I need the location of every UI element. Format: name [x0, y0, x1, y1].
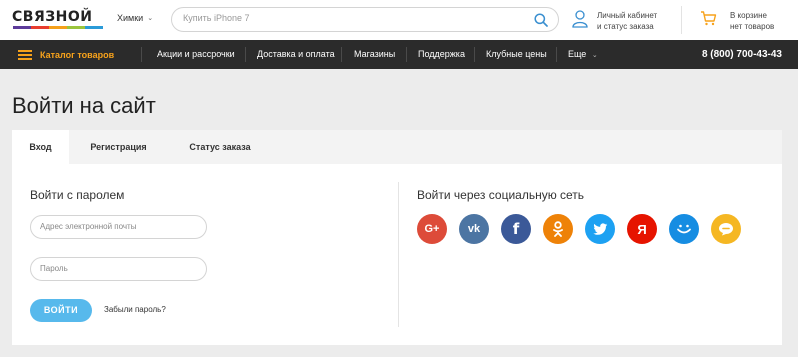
- twitter-icon[interactable]: [585, 214, 615, 244]
- cart-line1: В корзине: [730, 11, 767, 20]
- page-title: Войти на сайт: [12, 93, 156, 118]
- email-input[interactable]: [40, 222, 198, 231]
- tab-order-status[interactable]: Статус заказа: [175, 130, 265, 164]
- forgot-password-link[interactable]: Забыли пароль?: [104, 305, 166, 314]
- password-field[interactable]: [30, 257, 207, 281]
- header-divider: [681, 6, 682, 34]
- auth-tabs: Вход Регистрация Статус заказа: [12, 130, 782, 164]
- menu-icon: [18, 49, 32, 60]
- chat-icon[interactable]: [711, 214, 741, 244]
- google-plus-icon[interactable]: G+: [417, 214, 447, 244]
- nav-separator: [474, 47, 475, 62]
- nav-separator: [406, 47, 407, 62]
- nav-item-delivery[interactable]: Доставка и оплата: [257, 40, 335, 69]
- account-line2: и статус заказа: [597, 22, 654, 31]
- cart-text: В корзине нет товаров: [730, 10, 798, 32]
- phone-number[interactable]: 8 (800) 700-43-43: [702, 40, 782, 69]
- logo-stripes: [13, 26, 103, 29]
- facebook-icon[interactable]: f: [501, 214, 531, 244]
- login-section-title: Войти с паролем: [30, 188, 125, 202]
- mailru-icon[interactable]: [669, 214, 699, 244]
- tab-registration[interactable]: Регистрация: [80, 130, 157, 164]
- user-icon: [572, 10, 588, 28]
- logo-text: СВЯЗНОЙ: [12, 9, 93, 25]
- city-name: Химки: [117, 13, 144, 23]
- nav-separator: [245, 47, 246, 62]
- nav-item-more[interactable]: Еще ⌄: [568, 40, 598, 69]
- catalog-label: Каталог товаров: [40, 49, 115, 60]
- nav-item-club-prices[interactable]: Клубные цены: [486, 40, 547, 69]
- nav-item-promos[interactable]: Акции и рассрочки: [157, 40, 235, 69]
- search-icon[interactable]: [534, 13, 548, 27]
- login-button[interactable]: ВОЙТИ: [30, 299, 92, 322]
- cart-icon: [701, 11, 717, 26]
- vk-icon[interactable]: vk: [459, 214, 489, 244]
- yandex-icon[interactable]: Я: [627, 214, 657, 244]
- password-input[interactable]: [40, 264, 198, 273]
- odnoklassniki-icon[interactable]: [543, 214, 573, 244]
- auth-card: Вход Регистрация Статус заказа Войти с п…: [12, 130, 782, 345]
- tab-login[interactable]: Вход: [12, 130, 69, 164]
- search-input[interactable]: [183, 13, 513, 23]
- site-header: СВЯЗНОЙ Химки ⌄ Личный кабинет и статус …: [0, 0, 798, 40]
- social-section-title: Войти через социальную сеть: [417, 188, 585, 202]
- nav-separator: [556, 47, 557, 62]
- account-line1: Личный кабинет: [597, 11, 658, 20]
- chevron-down-icon: ⌄: [591, 52, 598, 59]
- email-field[interactable]: [30, 215, 207, 239]
- nav-item-support[interactable]: Поддержка: [418, 40, 465, 69]
- catalog-button[interactable]: Каталог товаров: [18, 40, 114, 69]
- nav-separator: [341, 47, 342, 62]
- main-nav: Каталог товаров Акции и рассрочки Достав…: [0, 40, 798, 69]
- account-text: Личный кабинет и статус заказа: [597, 10, 677, 32]
- city-selector[interactable]: Химки ⌄: [117, 13, 153, 23]
- search-box[interactable]: [171, 7, 559, 32]
- nav-separator: [141, 47, 142, 62]
- cart-link[interactable]: В корзине нет товаров: [700, 10, 774, 31]
- nav-item-stores[interactable]: Магазины: [354, 40, 395, 69]
- nav-more-label: Еще: [568, 49, 587, 59]
- cart-line2: нет товаров: [730, 22, 775, 31]
- logo[interactable]: СВЯЗНОЙ: [12, 10, 104, 30]
- chevron-down-icon: ⌄: [147, 15, 154, 22]
- column-divider: [398, 182, 399, 327]
- account-link[interactable]: Личный кабинет и статус заказа: [572, 10, 657, 31]
